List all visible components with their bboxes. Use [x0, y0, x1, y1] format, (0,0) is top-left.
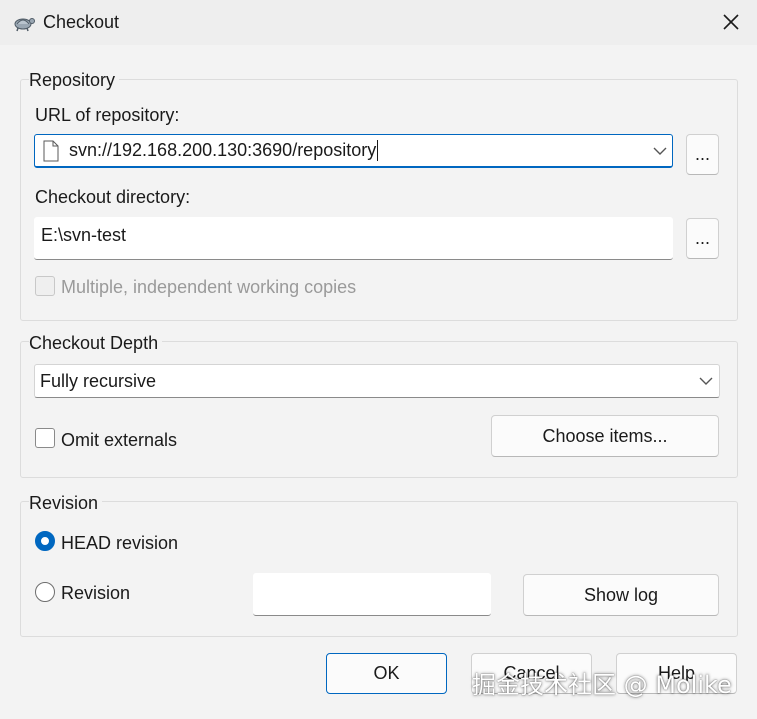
choose-items-button[interactable]: Choose items... — [491, 415, 719, 457]
revision-radio[interactable] — [35, 582, 55, 602]
checkout-dir-label: Checkout directory: — [35, 187, 191, 207]
watermark-text: 掘金技术社区 @ Molike — [472, 671, 732, 699]
revision-label: Revision — [61, 583, 131, 603]
omit-externals-checkbox[interactable] — [35, 428, 55, 448]
chevron-down-icon[interactable] — [699, 376, 713, 386]
multiple-copies-label: Multiple, independent working copies — [61, 277, 357, 297]
depth-select[interactable]: Fully recursive — [34, 364, 720, 398]
file-icon — [43, 140, 59, 161]
multiple-copies-checkbox[interactable] — [35, 276, 55, 296]
window-title: Checkout — [43, 12, 120, 32]
checkout-dir-value[interactable]: E:\svn-test — [41, 225, 126, 246]
url-value[interactable]: svn://192.168.200.130:3690/repository — [69, 140, 379, 161]
close-button[interactable] — [715, 6, 747, 38]
revision-input[interactable] — [253, 573, 491, 616]
checkout-dir-input[interactable]: E:\svn-test — [34, 217, 673, 260]
dir-browse-button[interactable]: ... — [686, 218, 719, 259]
repository-legend: Repository — [29, 70, 120, 91]
chevron-down-icon[interactable] — [653, 146, 667, 156]
title-bar: Checkout — [0, 0, 757, 45]
head-revision-label: HEAD revision — [61, 533, 179, 553]
revision-legend: Revision — [29, 493, 103, 514]
revision-group — [20, 501, 738, 637]
checkout-depth-group — [20, 341, 738, 478]
show-log-button[interactable]: Show log — [523, 574, 719, 616]
url-label: URL of repository: — [35, 105, 180, 125]
depth-selected-value: Fully recursive — [40, 370, 157, 391]
checkout-depth-legend: Checkout Depth — [29, 333, 163, 354]
omit-externals-label: Omit externals — [61, 430, 178, 450]
url-combobox[interactable]: svn://192.168.200.130:3690/repository — [34, 134, 673, 168]
head-revision-radio[interactable] — [35, 531, 55, 551]
ok-button[interactable]: OK — [326, 653, 447, 694]
close-icon — [723, 14, 739, 30]
tortoisesvn-icon — [14, 18, 35, 32]
url-browse-button[interactable]: ... — [686, 134, 719, 175]
